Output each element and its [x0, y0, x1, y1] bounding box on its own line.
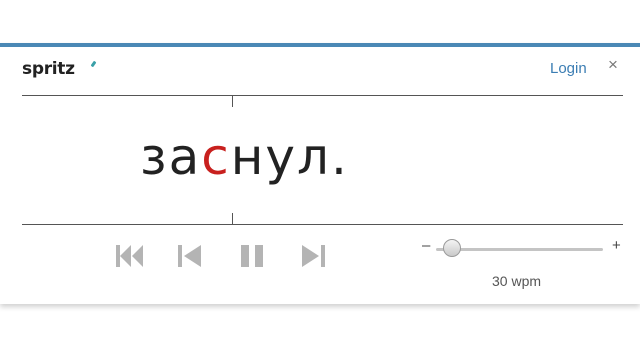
step-forward-button[interactable] [300, 243, 326, 269]
pause-icon [241, 245, 263, 267]
word-before-focus: за [140, 128, 202, 186]
speed-slider-thumb[interactable] [443, 239, 462, 257]
reticle-top-line [22, 95, 623, 96]
skip-to-start-button[interactable] [115, 243, 145, 269]
skip-to-start-icon [116, 245, 143, 267]
speed-slider-track[interactable] [436, 248, 603, 251]
logo-accent-mark [90, 60, 97, 68]
reticle-top-tick [232, 96, 233, 107]
speed-slider[interactable]: – + [422, 237, 628, 261]
word-after-focus: нул. [230, 128, 349, 186]
spritz-logo: spritz [22, 59, 75, 79]
speed-value-label: 30 wpm [492, 273, 542, 289]
close-button[interactable]: × [608, 55, 618, 75]
step-back-button[interactable] [177, 243, 203, 269]
reticle-bottom-line [22, 224, 623, 225]
speed-increase-button[interactable]: + [612, 237, 621, 254]
word-focus-letter: с [201, 128, 231, 186]
speed-decrease-button[interactable]: – [422, 237, 430, 254]
step-forward-icon [302, 245, 325, 267]
reticle-bottom-tick [232, 213, 233, 224]
step-back-icon [178, 245, 201, 267]
current-word: заснул. [140, 127, 349, 187]
spritz-reader-widget: spritz Login × заснул. – + 30 wpm [0, 43, 640, 304]
login-link[interactable]: Login [550, 60, 587, 77]
pause-button[interactable] [240, 243, 266, 269]
